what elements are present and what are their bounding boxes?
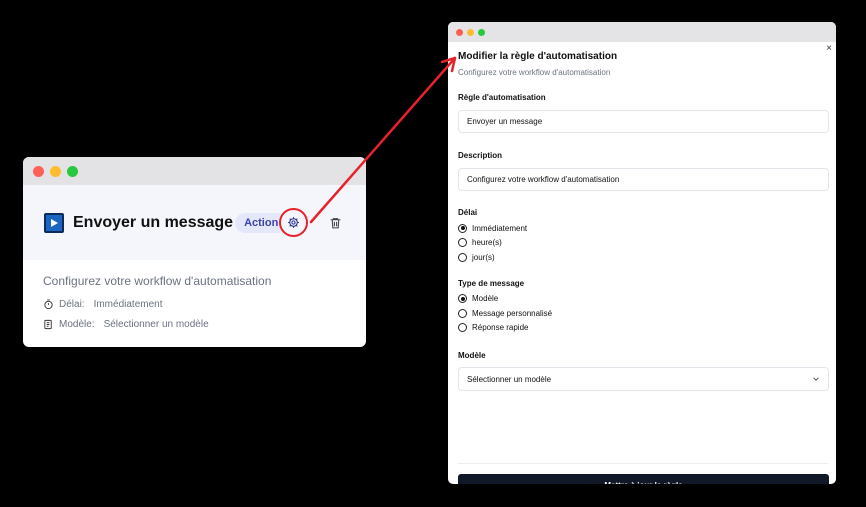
annotation-arrow <box>309 56 457 224</box>
